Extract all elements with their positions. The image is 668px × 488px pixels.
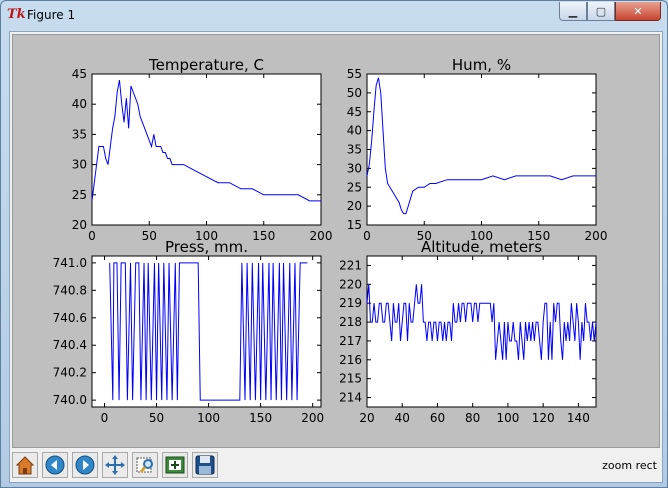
maximize-button[interactable]: ▢ <box>587 2 615 21</box>
zoom-icon <box>136 457 153 473</box>
x-tick-label: 20 <box>359 411 374 425</box>
y-tick-label: 218 <box>339 315 362 329</box>
minimize-button[interactable]: ▁ <box>559 2 587 21</box>
close-icon: ✕ <box>633 4 643 18</box>
x-tick-label: 0 <box>101 411 109 425</box>
app-window: Tk Figure 1 ▁ ▢ ✕ Temperature, C 0 50 100 15… <box>0 0 668 488</box>
client-area: Temperature, C 0 50 100 150 200 20 25 30 35 40 45 Hu… <box>9 31 663 483</box>
y-tick-label: 741.0 <box>53 256 87 270</box>
home-button[interactable] <box>12 452 38 478</box>
x-tick-label: 50 <box>142 229 157 243</box>
minimize-icon: ▁ <box>568 4 578 18</box>
forward-icon <box>75 455 95 475</box>
y-tick-label: 740.4 <box>53 338 87 352</box>
home-icon <box>15 456 35 475</box>
x-tick-label: 100 <box>496 411 519 425</box>
y-tick-label: 15 <box>347 218 362 232</box>
y-tick-label: 25 <box>347 180 362 194</box>
y-tick-label: 740.0 <box>53 393 87 407</box>
y-tick-label: 740.8 <box>53 283 87 297</box>
x-tick-label: 0 <box>363 229 371 243</box>
x-tick-label: 60 <box>430 411 445 425</box>
pan-button[interactable] <box>102 452 128 478</box>
subplots-button[interactable] <box>162 452 188 478</box>
plot-area-1 <box>91 73 322 226</box>
y-tick-label: 35 <box>347 143 362 157</box>
pan-icon <box>105 455 125 475</box>
status-message: zoom rect <box>602 459 657 472</box>
y-tick-label: 45 <box>347 105 362 119</box>
y-tick-label: 20 <box>72 218 87 232</box>
y-tick-label: 20 <box>347 199 362 213</box>
save-button[interactable] <box>192 452 218 478</box>
navigation-toolbar: zoom rect <box>10 450 662 482</box>
plot-area-2 <box>366 73 597 226</box>
y-tick-label: 40 <box>347 124 362 138</box>
y-tick-label: 30 <box>347 161 362 175</box>
y-tick-label: 214 <box>339 391 362 405</box>
save-icon <box>195 455 215 475</box>
forward-button[interactable] <box>72 452 98 478</box>
y-tick-label: 740.6 <box>53 311 87 325</box>
window-controls: ▁ ▢ ✕ <box>559 2 661 21</box>
y-tick-label: 30 <box>72 158 87 172</box>
x-tick-label: 50 <box>149 411 164 425</box>
x-tick-label: 150 <box>252 229 275 243</box>
x-tick-label: 200 <box>585 229 608 243</box>
subplots-icon <box>165 456 185 474</box>
y-tick-label: 740.2 <box>53 366 87 380</box>
x-tick-label: 150 <box>249 411 272 425</box>
x-tick-label: 120 <box>532 411 555 425</box>
x-tick-label: 140 <box>567 411 590 425</box>
x-tick-label: 40 <box>395 411 410 425</box>
x-tick-label: 100 <box>197 411 220 425</box>
y-tick-label: 35 <box>72 127 87 141</box>
y-tick-label: 221 <box>339 258 362 272</box>
window-title: Figure 1 <box>27 8 76 22</box>
y-tick-label: 220 <box>339 277 362 291</box>
y-tick-label: 217 <box>339 334 362 348</box>
y-tick-label: 40 <box>72 97 87 111</box>
y-tick-label: 50 <box>347 86 362 100</box>
x-tick-label: 200 <box>310 229 333 243</box>
chart-title-1: Temperature, C <box>148 56 264 74</box>
x-tick-label: 200 <box>301 411 324 425</box>
chart-title-2: Hum, % <box>452 56 511 74</box>
tk-app-icon: Tk <box>7 7 26 22</box>
zoom-button[interactable] <box>132 452 158 478</box>
back-button[interactable] <box>42 452 68 478</box>
y-tick-label: 215 <box>339 372 362 386</box>
maximize-icon: ▢ <box>595 4 607 18</box>
figure-canvas[interactable]: Temperature, C 0 50 100 150 200 20 25 30 35 40 45 Hu… <box>12 34 660 448</box>
y-tick-label: 25 <box>72 188 87 202</box>
figure-svg: Temperature, C0 50 100 150 200202530354045 Hu… <box>53 56 608 425</box>
close-button[interactable]: ✕ <box>615 2 661 21</box>
y-tick-label: 216 <box>339 353 362 367</box>
chart-title-4: Altitude, meters <box>421 238 542 256</box>
y-tick-label: 45 <box>72 67 87 81</box>
x-tick-label: 80 <box>465 411 480 425</box>
back-icon <box>45 455 65 475</box>
chart-title-3: Press, mm. <box>165 238 248 256</box>
title-bar[interactable]: Tk Figure 1 ▁ ▢ ✕ <box>1 1 667 29</box>
x-tick-label: 0 <box>88 229 96 243</box>
y-tick-label: 55 <box>347 67 362 81</box>
y-tick-label: 219 <box>339 296 362 310</box>
